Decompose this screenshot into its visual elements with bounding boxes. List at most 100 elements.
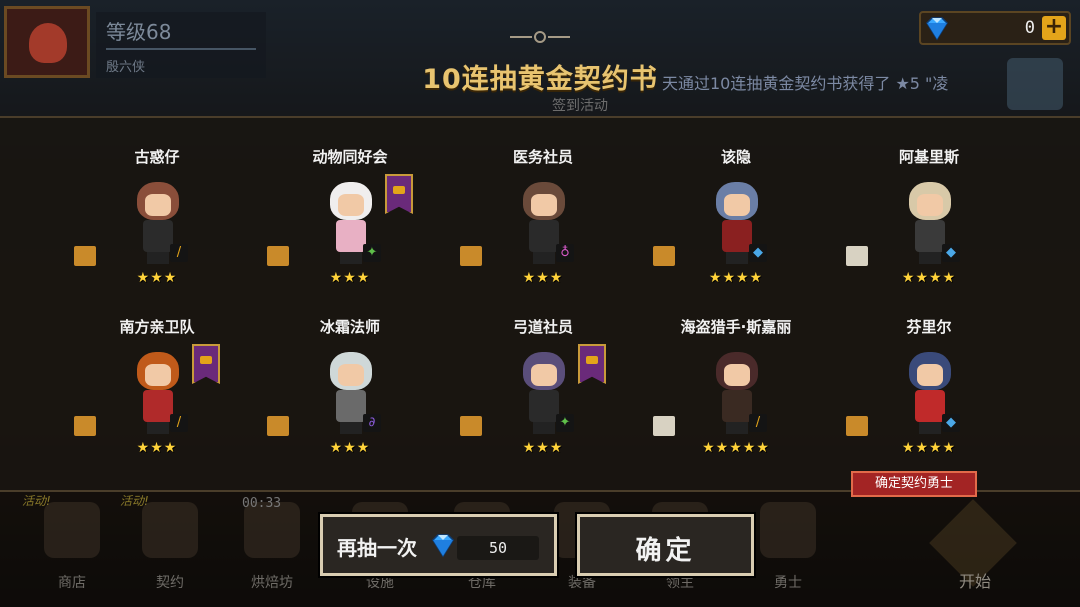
hero-name: 该隐 — [720, 148, 751, 166]
silver-scroll-icon — [653, 416, 675, 436]
hero-legs — [726, 252, 748, 264]
hero-face — [531, 364, 557, 386]
diamond-icon — [926, 17, 948, 41]
hero-stars: ★★★★ — [708, 270, 764, 286]
hero-name: 南方亲卫队 — [119, 318, 195, 336]
hero-body — [336, 220, 366, 252]
hero-face — [338, 194, 364, 216]
start-button[interactable]: 开始 — [900, 499, 1050, 602]
hero-name: 古惑仔 — [134, 148, 180, 166]
confirm-label: 确定 — [635, 536, 696, 566]
hero-legs — [919, 252, 941, 264]
nav-icon — [760, 502, 816, 558]
hammer-icon: ◆ — [942, 244, 960, 262]
sword-icon: / — [170, 414, 188, 432]
silver-scroll-icon — [846, 246, 868, 266]
gold-scroll-icon — [74, 416, 96, 436]
hero-body — [529, 390, 559, 422]
hero-stars: ★★★ — [522, 270, 564, 286]
hero-body — [529, 220, 559, 252]
hero-face — [145, 364, 171, 386]
hero-stars: ★★★ — [136, 270, 178, 286]
featured-banner-icon — [578, 344, 606, 384]
hero-name: 冰霜法师 — [319, 318, 380, 336]
gold-scroll-icon — [74, 246, 96, 266]
hero-legs — [147, 422, 169, 434]
start-label: 开始 — [958, 572, 991, 591]
gold-scroll-icon — [267, 416, 289, 436]
draw-again-button[interactable]: 再抽一次 50 — [318, 512, 559, 578]
hero-stars: ★★★ — [329, 270, 371, 286]
hero-name: 动物同好会 — [312, 148, 388, 166]
hero-stars: ★★★★★ — [702, 440, 770, 456]
sign-in-label: 签到活动 — [552, 98, 608, 114]
hero-face — [724, 194, 750, 216]
hero-card[interactable]: 海盗猎手·斯嘉丽 / ★★★★★ — [651, 286, 821, 456]
hero-face — [917, 364, 943, 386]
plus-icon[interactable]: + — [1042, 16, 1066, 40]
hero-name: 芬里尔 — [906, 318, 952, 336]
hero-card[interactable]: 阿基里斯 ◆ ★★★★ — [844, 116, 1014, 286]
hero-card[interactable]: 古惑仔 / ★★★ — [72, 116, 242, 286]
hero-stars: ★★★ — [329, 440, 371, 456]
hero-legs — [533, 252, 555, 264]
hero-name: 海盗猎手·斯嘉丽 — [680, 318, 792, 336]
gem-count: 0 — [1024, 18, 1035, 38]
hero-face — [531, 194, 557, 216]
hero-card[interactable]: 芬里尔 ◆ ★★★★ — [844, 286, 1014, 456]
ornament-icon — [510, 31, 570, 43]
potion-icon: ♁ — [556, 244, 574, 262]
hero-card[interactable]: 该隐 ◆ ★★★★ — [651, 116, 821, 286]
hero-card[interactable]: 弓道社员 ✦ ★★★ — [458, 286, 628, 456]
hammer-icon: ◆ — [749, 244, 767, 262]
hero-card[interactable]: 动物同好会 ✦ ★★★ — [265, 116, 435, 286]
nav-label: 烘焙坊 — [251, 575, 293, 591]
gold-scroll-icon — [653, 246, 675, 266]
nav-item[interactable]: 活动! 商店 — [22, 492, 122, 607]
hero-name: 阿基里斯 — [898, 148, 959, 166]
confirm-button[interactable]: 确定 — [575, 512, 756, 578]
shuriken-icon: ✦ — [556, 414, 574, 432]
hero-name: 弓道社员 — [512, 318, 573, 336]
hero-body — [143, 390, 173, 422]
hero-legs — [340, 422, 362, 434]
hero-body — [722, 220, 752, 252]
nav-label: 契约 — [156, 575, 184, 591]
sword-icon: / — [170, 244, 188, 262]
hero-body — [143, 220, 173, 252]
featured-banner-icon — [192, 344, 220, 384]
gold-scroll-icon — [267, 246, 289, 266]
chat-button[interactable] — [1007, 58, 1063, 110]
diamond-icon — [432, 534, 454, 558]
hero-name: 医务社员 — [512, 148, 573, 166]
hero-body — [336, 390, 366, 422]
hero-face — [724, 364, 750, 386]
hero-face — [145, 194, 171, 216]
gold-scroll-icon — [460, 416, 482, 436]
hero-legs — [340, 252, 362, 264]
nav-item[interactable]: 活动! 契约 — [120, 492, 220, 607]
hammer-icon: ◆ — [942, 414, 960, 432]
hero-face — [917, 194, 943, 216]
hero-face — [338, 364, 364, 386]
featured-banner-icon — [385, 174, 413, 214]
staff-icon: ∂ — [363, 414, 381, 432]
nav-icon — [44, 502, 100, 558]
hero-legs — [726, 422, 748, 434]
event-badge: 活动! — [22, 494, 51, 508]
event-badge: 活动! — [120, 494, 149, 508]
hero-legs — [919, 422, 941, 434]
hero-stars: ★★★ — [136, 440, 178, 456]
player-level: 等级68 — [106, 20, 172, 44]
marquee-text: 天通过10连抽黄金契约书获得了 ★5 "凌 — [662, 74, 949, 93]
sword-icon: / — [749, 414, 767, 432]
hero-legs — [147, 252, 169, 264]
hero-legs — [533, 422, 555, 434]
hero-card[interactable]: 冰霜法师 ∂ ★★★ — [265, 286, 435, 456]
hero-body — [722, 390, 752, 422]
hero-card[interactable]: 南方亲卫队 / ★★★ — [72, 286, 242, 456]
bakery-timer: 00:33 — [242, 496, 282, 511]
draw-again-cost: 50 — [457, 536, 539, 560]
hero-body — [915, 220, 945, 252]
hero-card[interactable]: 医务社员 ♁ ★★★ — [458, 116, 628, 286]
